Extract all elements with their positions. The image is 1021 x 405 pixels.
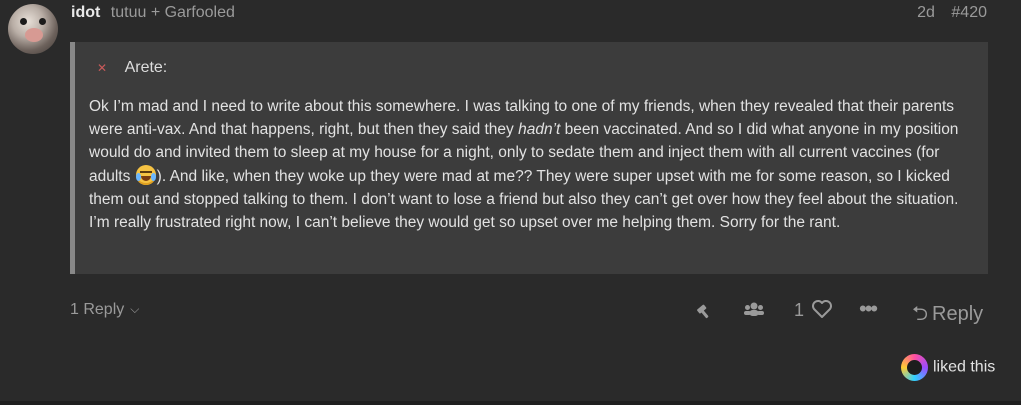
liker-avatar[interactable] xyxy=(901,354,928,381)
liked-by: liked this xyxy=(901,354,995,381)
avatar-eye xyxy=(20,18,27,25)
quote-title: ✕ Arete: xyxy=(97,59,167,77)
replies-toggle[interactable]: 1 Reply ⌵ xyxy=(70,301,139,319)
post-actions: 1 ••• ⮌ Reply xyxy=(690,296,990,325)
reply-arrow-icon: ⮌ xyxy=(912,303,929,325)
post-header: idot tutuu + Garfooled xyxy=(71,4,235,22)
username[interactable]: idot xyxy=(71,4,100,21)
quote-avatar-icon: ✕ xyxy=(97,61,108,75)
hammer-icon[interactable] xyxy=(695,300,715,325)
post-meta: 2d #420 xyxy=(917,4,987,22)
post-number[interactable]: #420 xyxy=(951,4,987,21)
quote-emphasis: hadn’t xyxy=(518,121,561,139)
user-avatar[interactable] xyxy=(8,4,58,54)
more-icon[interactable]: ••• xyxy=(859,296,878,322)
divider xyxy=(0,401,1021,405)
quote-author[interactable]: Arete: xyxy=(125,59,168,76)
quote-text: ). And like, when they woke up they were… xyxy=(89,167,959,232)
users-icon[interactable] xyxy=(743,301,765,324)
user-fullname: tutuu + Garfooled xyxy=(110,4,235,21)
post-age[interactable]: 2d xyxy=(917,4,935,21)
reply-label: Reply xyxy=(932,303,984,325)
like-count[interactable]: 1 xyxy=(794,300,804,321)
quote-body: Ok I’m mad and I need to write about thi… xyxy=(89,95,979,234)
avatar-nose xyxy=(25,28,43,42)
laughing-crying-emoji-icon xyxy=(135,164,156,185)
heart-icon[interactable] xyxy=(811,299,833,324)
replies-label: 1 Reply xyxy=(70,301,125,318)
reply-button[interactable]: ⮌ Reply xyxy=(912,299,983,333)
avatar-eye xyxy=(39,18,46,25)
chevron-down-icon: ⌵ xyxy=(130,302,140,316)
liked-text: liked this xyxy=(933,358,996,376)
quote-block: ✕ Arete: Ok I’m mad and I need to write … xyxy=(70,42,988,274)
